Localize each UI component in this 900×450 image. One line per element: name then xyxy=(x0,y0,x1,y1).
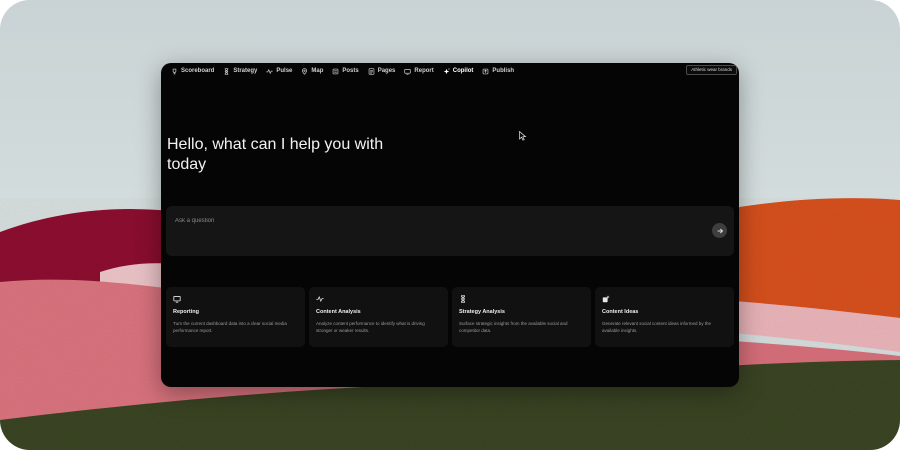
trophy-icon xyxy=(171,68,178,75)
posts-icon xyxy=(332,68,339,75)
nav-item-strategy[interactable]: Strategy xyxy=(223,67,258,75)
ask-question-box xyxy=(166,206,734,256)
card-title: Strategy Analysis xyxy=(459,309,505,315)
nav-item-label: Report xyxy=(414,68,434,74)
background-stage: Scoreboard Strategy Pulse Map Posts Page… xyxy=(0,0,900,450)
brand-set-select[interactable]: Athletic wear brands xyxy=(686,65,737,75)
card-description: Analyze content performance to identify … xyxy=(316,321,425,333)
nav-item-label: Publish xyxy=(492,68,515,74)
nav-item-pages[interactable]: Pages xyxy=(368,67,396,75)
card-title: Content Ideas xyxy=(602,309,639,315)
ask-question-input[interactable] xyxy=(175,214,675,228)
pages-icon xyxy=(368,67,375,75)
nav-item-label: Posts xyxy=(342,68,359,74)
card-strategy-analysis[interactable]: Strategy Analysis Surface strategic insi… xyxy=(452,287,591,347)
mouse-cursor-icon xyxy=(519,131,527,141)
arrow-right-icon xyxy=(717,228,723,233)
nav-item-label: Copilot xyxy=(452,68,474,74)
pulse-icon xyxy=(266,68,274,75)
nav-item-label: Pulse xyxy=(276,68,293,74)
top-nav: Scoreboard Strategy Pulse Map Posts Page… xyxy=(161,63,739,79)
pulse-icon xyxy=(316,295,324,303)
sparkle-box-icon xyxy=(602,295,610,303)
nav-item-posts[interactable]: Posts xyxy=(332,68,359,75)
card-content-ideas[interactable]: Content Ideas Generate relevant social c… xyxy=(595,287,734,347)
card-title: Reporting xyxy=(173,309,199,315)
hourglass-icon xyxy=(459,295,467,303)
card-description: Generate relevant social content ideas i… xyxy=(602,321,712,333)
nav-item-pulse[interactable]: Pulse xyxy=(266,68,292,75)
nav-item-map[interactable]: Map xyxy=(301,67,324,75)
publish-icon xyxy=(482,68,489,75)
nav-item-scoreboard[interactable]: Scoreboard xyxy=(171,68,214,75)
hourglass-icon xyxy=(223,67,230,75)
copilot-window: Scoreboard Strategy Pulse Map Posts Page… xyxy=(161,63,739,387)
greeting-heading: Hello, what can I help you with today xyxy=(167,136,384,173)
report-icon xyxy=(404,68,412,75)
card-title: Content Analysis xyxy=(316,309,361,315)
nav-item-label: Scoreboard xyxy=(181,68,215,74)
nav-item-copilot[interactable]: Copilot xyxy=(443,67,474,75)
nav-item-label: Map xyxy=(311,68,324,74)
map-pin-icon xyxy=(301,67,308,75)
nav-item-publish[interactable]: Publish xyxy=(482,68,514,75)
monitor-icon xyxy=(173,295,181,303)
nav-item-label: Pages xyxy=(377,68,396,74)
send-button[interactable] xyxy=(712,223,727,238)
card-content-analysis[interactable]: Content Analysis Analyze content perform… xyxy=(309,287,448,347)
nav-item-label: Strategy xyxy=(233,68,258,74)
sparkle-icon xyxy=(443,67,450,75)
card-description: Turn the current dashboard data into a c… xyxy=(173,321,287,333)
card-description: Surface strategic insights from the avai… xyxy=(459,321,568,333)
card-reporting[interactable]: Reporting Turn the current dashboard dat… xyxy=(166,287,305,347)
suggestion-cards: Reporting Turn the current dashboard dat… xyxy=(166,287,734,347)
nav-item-report[interactable]: Report xyxy=(404,68,434,75)
